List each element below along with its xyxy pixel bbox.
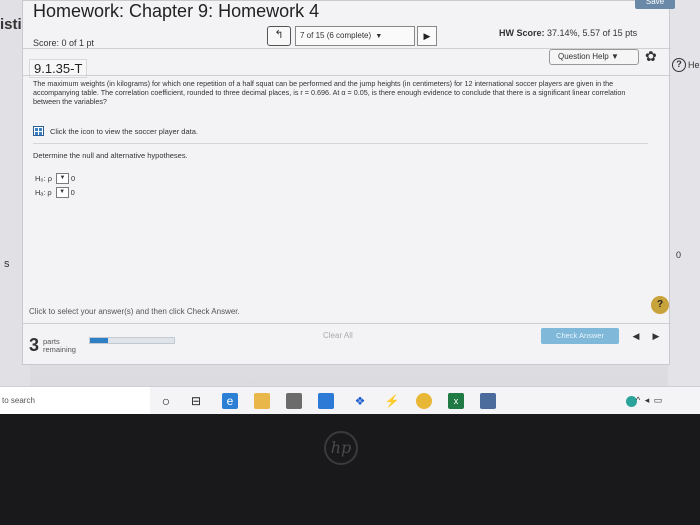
next-part-button[interactable]: ▶: [647, 328, 665, 344]
hw-score-label: HW Score:: [499, 28, 545, 38]
alt-hypothesis-label: Hₐ: ρ: [35, 188, 52, 197]
question-navigator: ↰ 7 of 15 (6 complete) ▼ ▶: [267, 26, 437, 46]
save-button[interactable]: Save: [635, 0, 675, 9]
chevron-down-icon: ▼: [610, 52, 619, 61]
previous-part-button[interactable]: ◀: [627, 328, 645, 344]
soccer-data-link[interactable]: Click the icon to view the soccer player…: [33, 126, 198, 136]
question-help-button[interactable]: Question Help ▼: [549, 49, 639, 65]
data-table-icon[interactable]: [33, 126, 44, 136]
mail-icon[interactable]: [318, 393, 334, 409]
parts-progress-fill: [90, 338, 109, 343]
clear-all-button[interactable]: Clear All: [323, 331, 353, 340]
page-title: Homework: Chapter 9: Homework 4: [33, 1, 320, 21]
next-question-button[interactable]: ▶: [417, 26, 437, 46]
background-window-text: isti: [0, 16, 22, 33]
taskbar-search-input[interactable]: to search: [0, 387, 150, 415]
question-help-label: Question Help: [558, 52, 609, 61]
question-progress-label: 7 of 15 (6 complete): [300, 31, 372, 40]
help-label[interactable]: He: [688, 60, 700, 70]
chrome-icon[interactable]: [416, 393, 432, 409]
hp-logo-icon: hp: [324, 431, 358, 465]
parts-text: parts remaining: [43, 337, 76, 354]
null-hypothesis-row: H₀: ρ ▼ 0: [35, 173, 75, 184]
dropbox-icon[interactable]: ❖: [352, 393, 368, 409]
parts-remaining-label: remaining: [43, 344, 76, 354]
parts-progress-bar: [89, 337, 175, 344]
instruction-text: Determine the null and alternative hypot…: [33, 151, 188, 160]
null-hypothesis-value: 0: [70, 174, 76, 183]
null-hypothesis-relation-dropdown[interactable]: ▼: [55, 173, 69, 184]
pen-icon[interactable]: ⚡: [384, 393, 400, 409]
taskbar: to search ○ ⊟ e ❖ ⚡ x ^ ◂ ▭: [0, 386, 700, 415]
previous-question-button[interactable]: ↰: [267, 26, 291, 46]
alt-hypothesis-relation-dropdown[interactable]: ▼: [55, 187, 69, 198]
gear-icon[interactable]: ✿: [645, 48, 657, 65]
file-explorer-icon[interactable]: [254, 393, 270, 409]
background-window-zero: 0: [676, 250, 682, 260]
calculator-icon[interactable]: [480, 393, 496, 409]
hw-score: HW Score: 37.14%, 5.57 of 15 pts: [499, 28, 637, 38]
parts-remaining: 3 parts remaining: [29, 335, 76, 356]
data-link-label: Click the icon to view the soccer player…: [50, 126, 198, 136]
alt-hypothesis-row: Hₐ: ρ ▼ 0: [35, 187, 75, 198]
right-background-window: [668, 0, 700, 388]
alt-hypothesis-value: 0: [70, 188, 75, 197]
screen: isti s ? He 0 Homework: Chapter 9: Homew…: [0, 0, 700, 388]
task-view-icon[interactable]: ⊟: [188, 393, 204, 409]
store-icon[interactable]: [286, 393, 302, 409]
help-badge-icon[interactable]: ?: [651, 296, 669, 314]
excel-icon[interactable]: x: [448, 393, 464, 409]
cortana-circle-icon[interactable]: ○: [158, 393, 174, 409]
hw-score-value: 37.14%, 5.57 of 15 pts: [547, 28, 638, 38]
chevron-down-icon: ▼: [375, 33, 383, 40]
edge-icon[interactable]: e: [222, 393, 238, 409]
answer-instruction: Click to select your answer(s) and then …: [29, 307, 240, 316]
laptop-bezel: [0, 414, 700, 525]
footer-divider: [23, 323, 671, 324]
system-tray-icons[interactable]: ^ ◂ ▭: [636, 395, 663, 406]
homework-panel: Homework: Chapter 9: Homework 4 Save Sco…: [22, 0, 675, 365]
question-select-dropdown[interactable]: 7 of 15 (6 complete) ▼: [295, 26, 415, 46]
check-answer-button[interactable]: Check Answer: [541, 328, 619, 344]
question-divider: [23, 75, 671, 76]
null-hypothesis-label: H₀: ρ: [35, 174, 52, 183]
help-icon[interactable]: ?: [672, 58, 686, 72]
question-score: Score: 0 of 1 pt: [33, 38, 95, 48]
background-window-mark: s: [4, 258, 10, 270]
parts-count: 3: [29, 335, 40, 355]
section-divider: [33, 143, 648, 144]
question-prompt: The maximum weights (in kilograms) for w…: [33, 79, 626, 106]
